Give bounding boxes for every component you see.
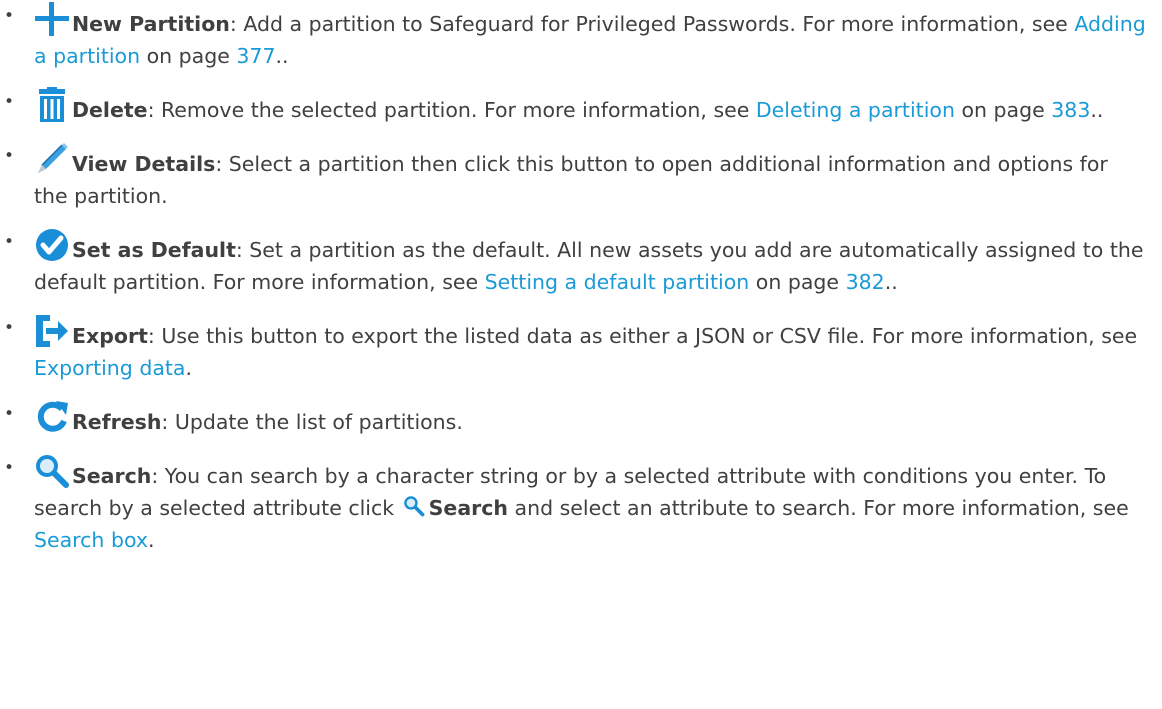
- checkmark-circle-icon: [34, 227, 70, 263]
- description: : Use this button to export the listed d…: [147, 324, 1138, 348]
- description: ..: [275, 44, 289, 68]
- term-delete: Delete: [72, 98, 148, 122]
- bullet-list: • New Partition: Add a partition to Safe…: [0, 2, 1162, 556]
- bullet: •: [4, 146, 15, 166]
- description: ..: [884, 270, 898, 294]
- description: : Update the list of partitions.: [161, 410, 463, 434]
- description: .: [148, 528, 155, 552]
- search-icon: [403, 495, 425, 517]
- link-page-377[interactable]: 377: [236, 44, 275, 68]
- description: on page: [749, 270, 846, 294]
- description: : Add a partition to Safeguard for Privi…: [229, 12, 1075, 36]
- description: ..: [1090, 98, 1104, 122]
- link-page-383[interactable]: 383: [1051, 98, 1090, 122]
- export-icon: [34, 313, 70, 349]
- list-item-refresh: • Refresh: Update the list of partitions…: [0, 401, 1162, 438]
- term-refresh: Refresh: [72, 410, 162, 434]
- bullet: •: [4, 318, 15, 338]
- list-item-delete: • Delete: Remove the selected partition.…: [0, 87, 1162, 126]
- link-search-box[interactable]: Search box: [34, 528, 148, 552]
- list-item-export: • Export: Use this button to export the …: [0, 315, 1162, 384]
- link-deleting-a-partition[interactable]: Deleting a partition: [756, 98, 955, 122]
- trash-icon: [34, 87, 70, 123]
- refresh-icon: [34, 399, 70, 435]
- list-item-set-as-default: • Set as Default: Set a partition as the…: [0, 229, 1162, 298]
- term-new-partition: New Partition: [72, 12, 230, 36]
- list-item-view-details: • View Details: Select a partition then …: [0, 143, 1162, 212]
- pencil-icon: [34, 141, 70, 177]
- term-search-inline: Search: [428, 496, 509, 520]
- list-item-search: • Search: You can search by a character …: [0, 455, 1162, 556]
- description: : Remove the selected partition. For mor…: [147, 98, 756, 122]
- term-search: Search: [72, 464, 152, 488]
- description: .: [185, 356, 193, 380]
- bullet: •: [4, 6, 15, 26]
- bullet: •: [4, 232, 15, 252]
- link-setting-a-default-partition[interactable]: Setting a default partition: [485, 270, 750, 294]
- bullet: •: [4, 404, 15, 424]
- description: on page: [140, 44, 237, 68]
- bullet: •: [4, 458, 15, 478]
- list-item-new-partition: • New Partition: Add a partition to Safe…: [0, 2, 1162, 72]
- description: on page: [954, 98, 1052, 122]
- plus-icon: [34, 1, 70, 37]
- term-view-details: View Details: [72, 152, 216, 176]
- term-set-as-default: Set as Default: [72, 238, 236, 262]
- term-export: Export: [72, 324, 148, 348]
- bullet: •: [4, 92, 15, 112]
- link-exporting-data[interactable]: Exporting data: [34, 356, 186, 380]
- description: and select an attribute to search. For m…: [508, 496, 1129, 520]
- search-icon: [34, 453, 70, 489]
- link-page-382[interactable]: 382: [846, 270, 885, 294]
